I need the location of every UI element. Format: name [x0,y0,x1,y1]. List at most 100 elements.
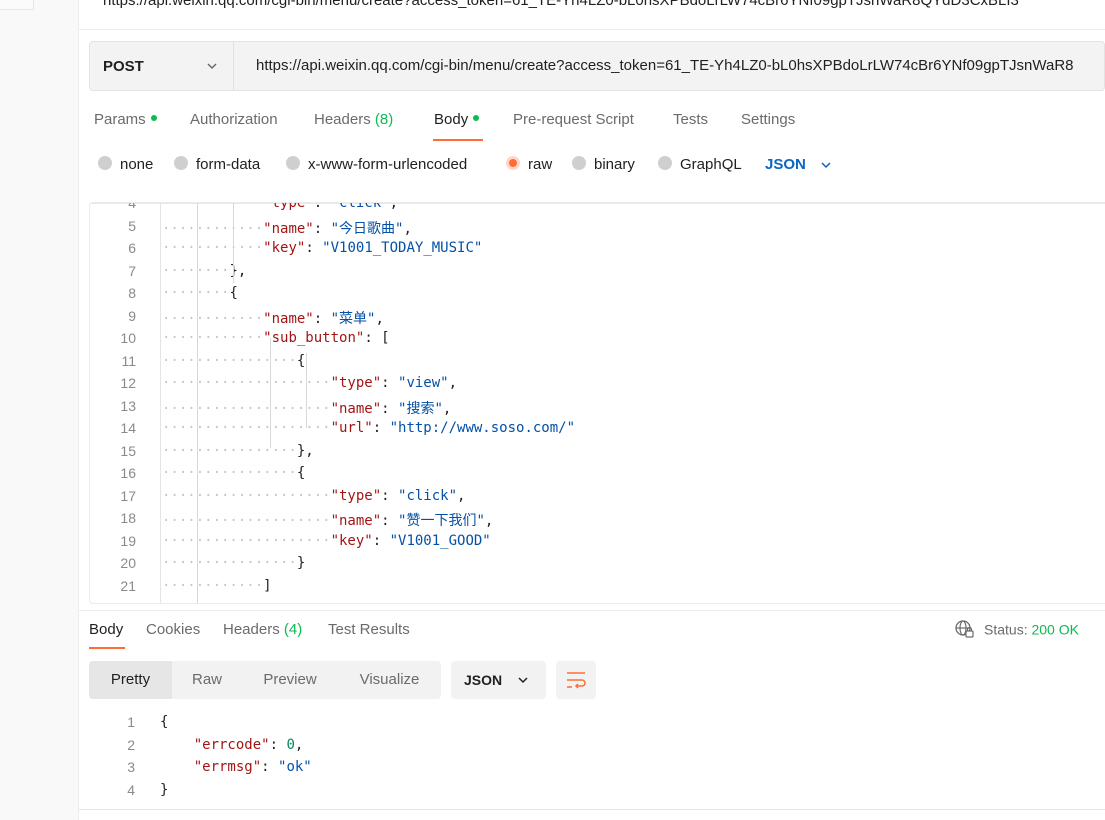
json-punctuation: } [160,781,169,798]
json-key: "sub_button" [263,330,365,346]
code-text: ················{ [162,353,305,369]
json-value: "http://www.soso.com/" [389,420,576,436]
line-number: 16 [120,465,136,481]
indent-guide [233,203,234,283]
whitespace-marker: ···················· [162,487,331,504]
method-select[interactable]: POST [90,42,234,90]
json-punctuation: , [403,220,412,237]
line-number: 3 [127,759,135,775]
json-separator: : [381,400,399,417]
resp-tab-body[interactable]: Body [89,621,123,638]
tab-params[interactable]: Params [94,111,157,128]
line-number: 6 [128,240,136,256]
json-punctuation: , [442,400,452,417]
line-number: 18 [120,510,136,526]
response-view-modes: Pretty Raw Preview Visualize [89,661,441,699]
view-visualize-button[interactable]: Visualize [338,661,441,699]
url-input[interactable]: https://api.weixin.qq.com/cgi-bin/menu/c… [256,57,1074,74]
raw-format-select[interactable]: JSON [765,156,832,173]
code-text: ····················"type": "click", [162,488,465,504]
code-text: ················{ [162,465,305,481]
radio-binary[interactable]: binary [572,156,635,173]
radio-graphql-label: GraphQL [680,156,742,173]
divider [79,29,1105,30]
code-text: } [160,782,168,798]
whitespace-marker: ············ [162,220,264,237]
globe-lock-icon[interactable] [954,619,974,639]
tab-settings-label: Settings [741,111,796,128]
tab-headers[interactable]: Headers (8) [314,111,393,128]
tab-prerequest[interactable]: Pre-request Script [513,111,634,128]
json-value: "V1001_GOOD" [389,532,491,549]
resp-tab-headers[interactable]: Headers (4) [223,621,302,638]
json-separator: : [364,330,382,346]
resp-tab-test-results-label: Test Results [328,621,410,638]
tab-body[interactable]: Body [434,111,480,128]
json-value: "赞一下我们" [398,513,485,529]
tab-authorization-label: Authorization [190,111,278,128]
line-number: 10 [120,330,136,346]
line-number: 5 [128,217,136,234]
tab-tests-label: Tests [673,111,709,128]
raw-format-label: JSON [765,156,806,173]
json-separator: : [381,487,399,504]
radio-binary-label: binary [594,156,635,173]
tab-headers-label: Headers [314,111,371,128]
resp-tab-test-results[interactable]: Test Results [328,621,410,638]
radio-urlencoded[interactable]: x-www-form-urlencoded [286,156,467,173]
whitespace-marker: ············ [162,240,264,256]
json-punctuation: , [457,487,466,504]
json-key: "errcode" [193,736,270,753]
wrap-lines-button[interactable] [556,661,596,699]
line-number: 17 [120,487,136,504]
json-separator: : [372,532,390,549]
request-body-editor[interactable]: 4 ············"type": "click", 5 ··········… [89,202,1105,604]
tab-url-text: https://api.weixin.qq.com/cgi-bin/menu/c… [103,0,1019,9]
json-punctuation: , [389,202,399,211]
resp-tab-headers-label: Headers [223,621,280,638]
json-punctuation: { [296,352,306,369]
json-separator: : [269,736,287,753]
json-key: "url" [330,420,373,436]
divider [79,610,1105,611]
chevron-down-icon [821,162,831,169]
status-label: Status: [984,621,1028,638]
radio-icon [572,156,586,171]
response-body-viewer[interactable]: 1 {2 "errcode": 0, 3 "errmsg": "ok" 4} [89,714,1105,814]
code-text: ················}, [162,443,314,459]
line-number: 1 [127,714,135,730]
view-preview-button[interactable]: Preview [242,661,338,699]
line-number: 20 [120,555,136,571]
radio-none[interactable]: none [98,156,153,173]
radio-form-data[interactable]: form-data [174,156,260,173]
whitespace-marker: ········ [162,285,230,301]
radio-raw[interactable]: raw [506,156,552,173]
view-raw-button[interactable]: Raw [172,661,242,699]
response-format-label: JSON [464,672,503,688]
tab-tests[interactable]: Tests [673,111,708,128]
active-tab-indicator [433,139,483,141]
tab-settings[interactable]: Settings [741,111,795,128]
code-text: { [160,714,168,730]
response-format-select[interactable]: JSON [451,661,546,699]
modified-dot-icon [150,115,157,122]
tab-authorization[interactable]: Authorization [190,111,278,128]
line-number: 7 [128,262,136,279]
resp-tab-cookies-label: Cookies [146,621,201,638]
json-punctuation: { [296,465,306,481]
json-punctuation: { [229,285,238,301]
whitespace-marker: ············ [162,330,264,346]
json-value: "V1001_TODAY_MUSIC" [322,240,483,256]
json-separator: : [381,375,399,391]
json-separator: : [313,310,331,327]
radio-graphql[interactable]: GraphQL [658,156,742,173]
resp-tab-cookies[interactable]: Cookies [146,621,200,638]
tab-params-label: Params [94,111,146,128]
radio-icon [658,156,672,171]
whitespace-marker: ············ [162,202,264,211]
json-punctuation: }, [229,262,247,279]
json-key: "key" [263,240,306,256]
code-text: ····················"type": "view", [162,375,457,391]
whitespace-marker: ················ [162,555,297,571]
view-pretty-button[interactable]: Pretty [89,661,172,699]
